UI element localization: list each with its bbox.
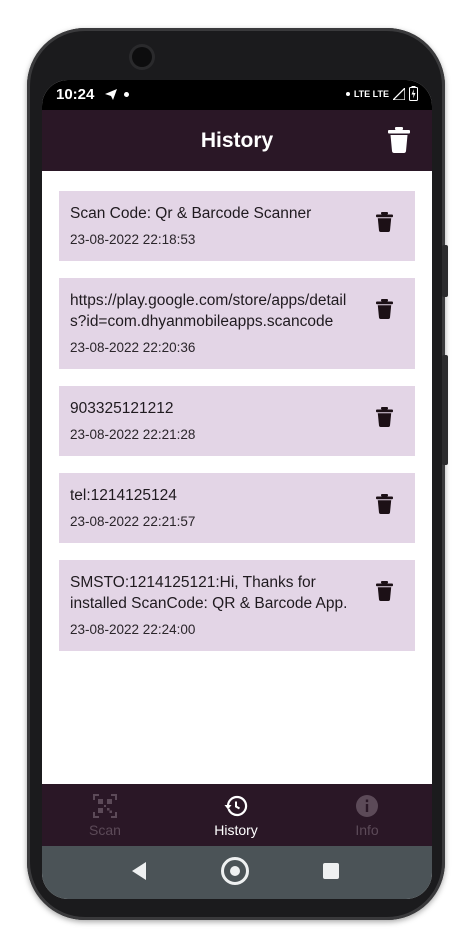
history-item-text: Scan Code: Qr & Barcode Scanner: [70, 205, 312, 222]
notification-dot: [124, 92, 129, 97]
status-bar: 10:24 LTE LTE: [42, 80, 432, 110]
delete-icon[interactable]: [376, 212, 393, 232]
app-bar: History: [42, 110, 432, 171]
nav-info-label: Info: [355, 822, 379, 838]
power-button: [442, 355, 448, 465]
nav-history[interactable]: History: [181, 784, 291, 846]
system-navigation-bar: [42, 846, 432, 899]
nav-info[interactable]: Info: [312, 784, 422, 846]
page-title: History: [200, 129, 274, 152]
recents-button[interactable]: [323, 863, 339, 879]
back-icon[interactable]: [130, 861, 148, 881]
history-item-date: 23-08-2022 22:20:36: [70, 340, 196, 355]
history-item[interactable]: 903325121212 23-08-2022 22:21:28: [59, 386, 415, 456]
delete-icon[interactable]: [376, 494, 393, 514]
history-item[interactable]: https://play.google.com/store/apps/detai…: [59, 278, 415, 369]
history-item-text: https://play.google.com/store/apps/detai…: [70, 292, 347, 330]
history-item-text: SMSTO:1214125121:Hi, Thanks for installe…: [70, 574, 348, 612]
delete-icon[interactable]: [376, 407, 393, 427]
home-icon: [230, 866, 240, 876]
nav-history-label: History: [214, 822, 258, 838]
info-icon: [356, 795, 378, 817]
history-item[interactable]: Scan Code: Qr & Barcode Scanner 23-08-20…: [59, 191, 415, 261]
history-list: Scan Code: Qr & Barcode Scanner 23-08-20…: [59, 191, 415, 668]
delete-icon[interactable]: [376, 581, 393, 601]
delete-all-icon[interactable]: [388, 127, 410, 153]
signal-icon: [393, 87, 405, 100]
nav-scan[interactable]: Scan: [50, 784, 160, 846]
history-item-text: tel:1214125124: [70, 487, 177, 504]
nav-scan-label: Scan: [89, 822, 121, 838]
network-label: LTE LTE: [353, 88, 389, 99]
history-item-date: 23-08-2022 22:24:00: [70, 622, 196, 637]
volume-button: [442, 245, 448, 297]
status-time: 10:24: [56, 86, 95, 103]
history-item-text: 903325121212: [70, 400, 174, 417]
qr-scan-icon: [93, 794, 117, 818]
history-item-date: 23-08-2022 22:21:57: [70, 514, 196, 529]
status-icons: LTE LTE: [345, 86, 418, 101]
history-icon: [224, 795, 248, 817]
history-item-date: 23-08-2022 22:21:28: [70, 427, 196, 442]
telegram-send-icon: [105, 89, 117, 100]
history-item[interactable]: tel:1214125124 23-08-2022 22:21:57: [59, 473, 415, 543]
bottom-navigation: Scan History Info: [42, 784, 432, 846]
front-camera: [132, 47, 152, 67]
screen: 10:24 LTE LTE History Scan Code: Qr & Ba…: [42, 80, 432, 899]
history-item-date: 23-08-2022 22:18:53: [70, 232, 196, 247]
delete-icon[interactable]: [376, 299, 393, 319]
history-item[interactable]: SMSTO:1214125121:Hi, Thanks for installe…: [59, 560, 415, 651]
battery-icon: [409, 86, 418, 101]
home-button[interactable]: [221, 857, 249, 885]
dot-icon: [345, 91, 350, 96]
